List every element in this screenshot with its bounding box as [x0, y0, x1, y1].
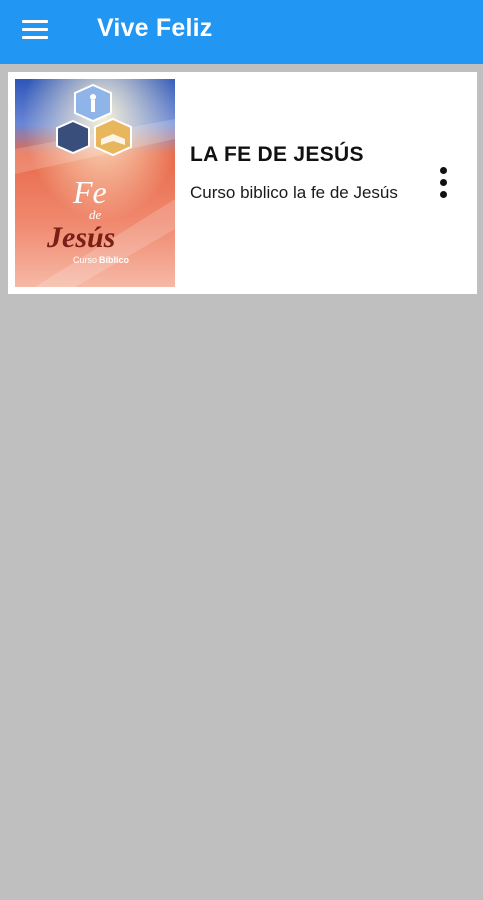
app-bar: Vive Feliz [0, 0, 483, 64]
thumbnail-title-de: de [89, 207, 102, 222]
thumbnail-title-fe: Fe [72, 174, 107, 210]
menu-bar-line [22, 27, 48, 31]
thumbnail-caption-prefix: Curso [73, 255, 97, 265]
course-thumbnail-image: Fe de Jesús Curso Bíblico [15, 79, 175, 287]
hamburger-menu-icon[interactable] [22, 14, 56, 44]
menu-bar-line [22, 19, 48, 23]
more-dot [439, 190, 447, 198]
course-subtitle: Curso biblico la fe de Jesús [190, 183, 398, 202]
more-vert-icon[interactable] [431, 164, 455, 200]
course-thumbnail: Fe de Jesús Curso Bíblico [15, 79, 175, 287]
course-card[interactable]: Fe de Jesús Curso Bíblico LA FE DE JESÚS… [8, 72, 477, 294]
thumbnail-caption-bold: Bíblico [99, 255, 130, 265]
app-title: Vive Feliz [97, 14, 213, 42]
more-dot [439, 166, 447, 174]
more-dot [439, 178, 447, 186]
menu-bar-line [22, 35, 48, 39]
thumbnail-title-jesus: Jesús [46, 221, 115, 254]
course-title: LA FE DE JESÚS [190, 143, 364, 166]
